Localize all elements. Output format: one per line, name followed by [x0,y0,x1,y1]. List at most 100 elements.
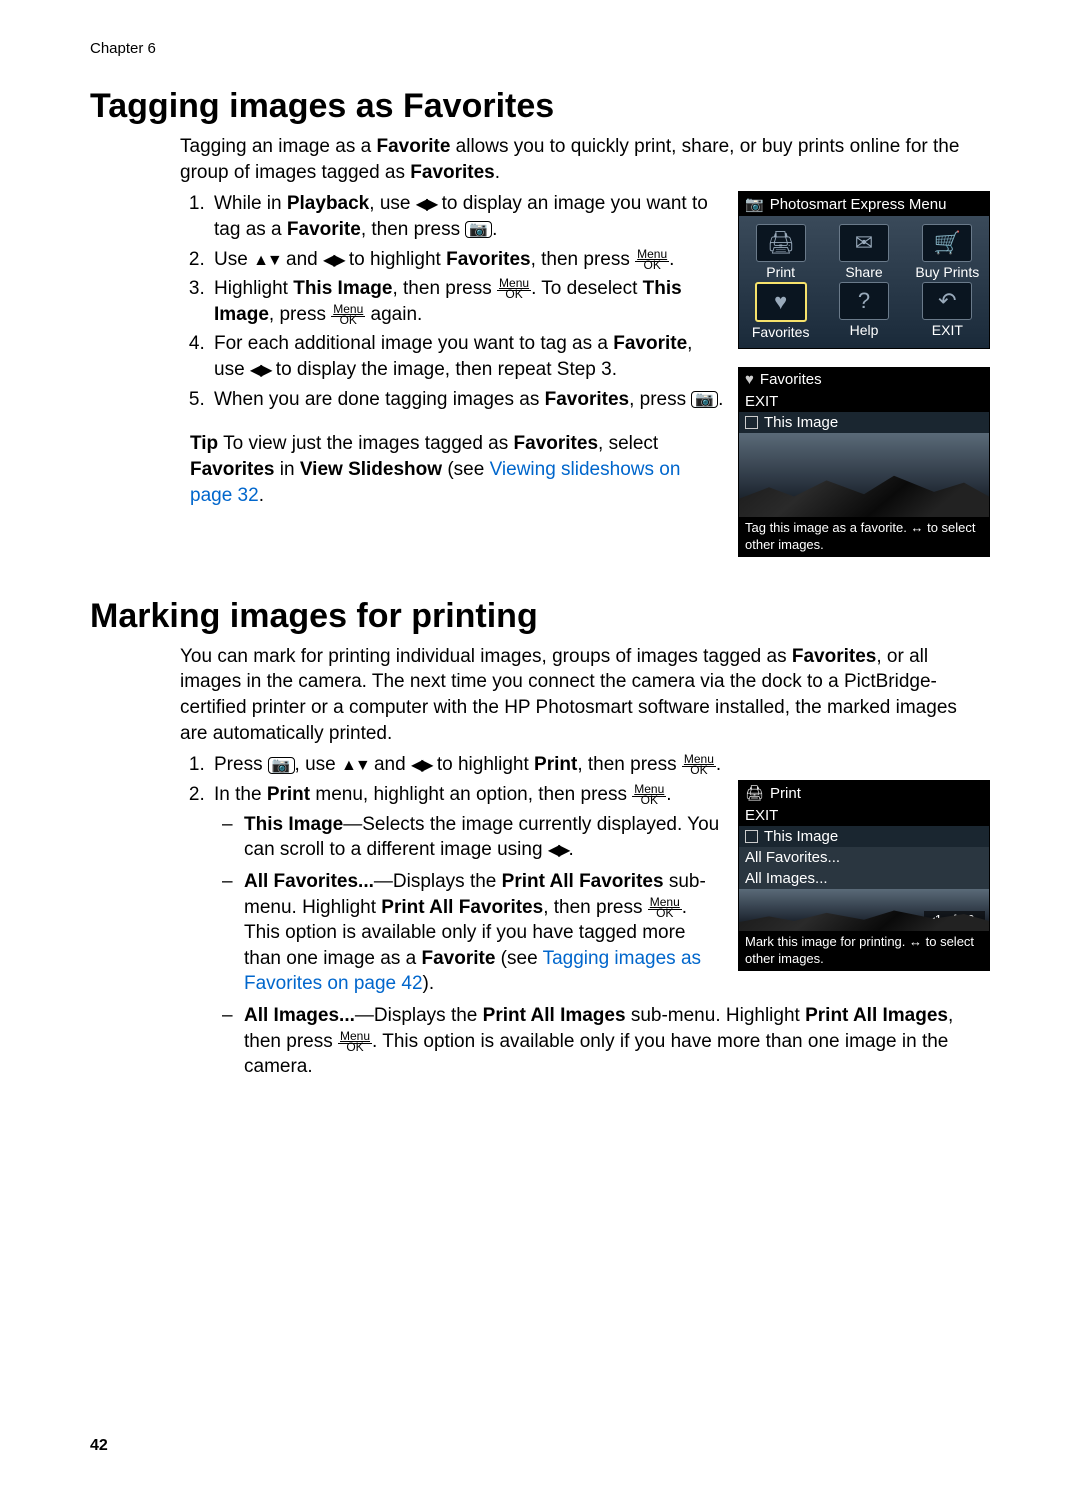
text-bold: Favorite [421,948,495,969]
section1-intro: Tagging an image as a Favorite allows yo… [180,134,980,185]
link-page-42[interactable]: on page 42 [322,973,422,994]
text-bold: View Slideshow [300,459,442,480]
text: , then press [577,754,682,775]
text: To view just the images tagged as [218,433,513,454]
text: You can mark for printing individual ima… [180,646,792,667]
label: EXIT [932,322,963,338]
text: For each additional image you want to ta… [214,333,613,354]
text: to highlight [432,754,534,775]
text-bold: Print All Favorites [502,871,664,892]
text: , then press [531,249,636,270]
updown-icon: ▲▼ [341,757,369,774]
label: Print [766,264,795,280]
lcd-photosmart-express: 📷 Photosmart Express Menu 🖨Print ✉Share … [738,191,990,349]
help-icon: ? [839,282,889,320]
tip-label: Tip [190,433,218,454]
print-icon: 🖨 [745,784,764,802]
heart-icon: ♥ [745,371,754,388]
label: This Image [764,414,838,431]
chapter-label: Chapter 6 [90,40,990,57]
text-bold: This Image [244,814,343,835]
buy-icon: 🛒 [922,224,972,262]
text: Press [214,754,268,775]
text-bold: Favorite [376,136,450,157]
text: Highlight [214,278,293,299]
text: In the [214,784,267,805]
leftright-icon: ◀▶ [548,842,569,859]
tip-block: Tip To view just the images tagged as Fa… [180,431,724,508]
image-counter: ◂1 of 30▸ [924,497,985,515]
text-bold: Favorites [792,646,876,667]
text: , press [629,389,691,410]
lcd-titlebar: 🖨 Print [739,781,989,805]
text-bold: Print All Images [483,1005,626,1026]
heading-marking-for-printing: Marking images for printing [90,597,990,636]
lcd-image-preview: ◂1 of 30▸ [739,433,989,517]
lcd-row-this-image: This Image [739,412,989,433]
label: Help [850,322,879,338]
text: in [274,459,299,480]
text: again. [365,304,422,325]
photosmart-button-icon: 📷 [268,757,295,774]
menu-item-share: ✉Share [822,224,905,280]
text: , then press [543,897,648,918]
print-icon: 🖨 [756,224,806,262]
text: —Displays the [374,871,502,892]
text-bold: Favorite [287,219,361,240]
lcd-caption: Tag this image as a favorite. ↔ to selec… [739,517,989,556]
link-viewing-slideshows[interactable]: Viewing slideshows [490,459,654,480]
leftright-icon: ◀▶ [411,757,432,774]
text: , press [269,304,331,325]
text-bold: Print All Favorites [381,897,543,918]
tip-text: Tip To view just the images tagged as Fa… [190,431,724,508]
subitem-all-images: All Images...—Displays the Print All Ima… [244,1003,990,1080]
menu-ok-icon: MenuOK [331,304,365,326]
text: to display the image, then repeat Step 3… [271,359,617,380]
text-bold: Print [534,754,577,775]
text: . [259,485,264,506]
lcd-titlebar: 📷 Photosmart Express Menu [739,192,989,216]
lcd-title: Print [770,785,801,802]
text: When you are done tagging images as [214,389,545,410]
text: , select [598,433,658,454]
leftright-icon: ◀▶ [250,362,271,379]
lcd-title: Favorites [760,371,822,388]
text: . [495,162,500,183]
back-icon: ↶ [922,282,972,320]
text-bold: Print All Images [805,1005,948,1026]
text: While in [214,193,287,214]
menu-item-buyprints: 🛒 Buy Prints [906,224,989,280]
menu-ok-icon: MenuOK [338,1031,372,1053]
heart-icon: ♥ [755,282,807,322]
section2-intro: You can mark for printing individual ima… [180,644,980,747]
text: to highlight [344,249,446,270]
text: and [281,249,323,270]
text: menu, highlight an option, then press [310,784,632,805]
heading-tagging-favorites: Tagging images as Favorites [90,87,990,126]
menu-ok-icon: MenuOK [635,249,669,271]
menu-ok-icon: MenuOK [632,784,666,806]
text: sub-menu. Highlight [626,1005,806,1026]
text-bold: Print [267,784,310,805]
subitem-this-image: This Image—Selects the image currently d… [244,812,990,863]
text-bold: Favorites [410,162,494,183]
text-bold: Favorite [613,333,687,354]
text-bold: Favorites [190,459,274,480]
checkbox-icon [745,416,758,429]
label: Buy Prints [915,264,979,280]
lcd-title: Photosmart Express Menu [770,196,947,213]
camera-icon: 📷 [745,195,764,213]
text: , then press [361,219,466,240]
text: ). [423,973,435,994]
text: Use [214,249,253,270]
menu-item-print: 🖨 Print [739,224,822,280]
text-bold: This Image [293,278,392,299]
text: , use [295,754,341,775]
text: and [369,754,411,775]
photosmart-button-icon: 📷 [465,221,492,238]
text-bold: All Images... [244,1005,355,1026]
text-bold: All Favorites... [244,871,374,892]
step-2: In the Print menu, highlight an option, … [210,782,990,1080]
text: (see [442,459,490,480]
menu-item-help: ? Help [822,282,905,340]
